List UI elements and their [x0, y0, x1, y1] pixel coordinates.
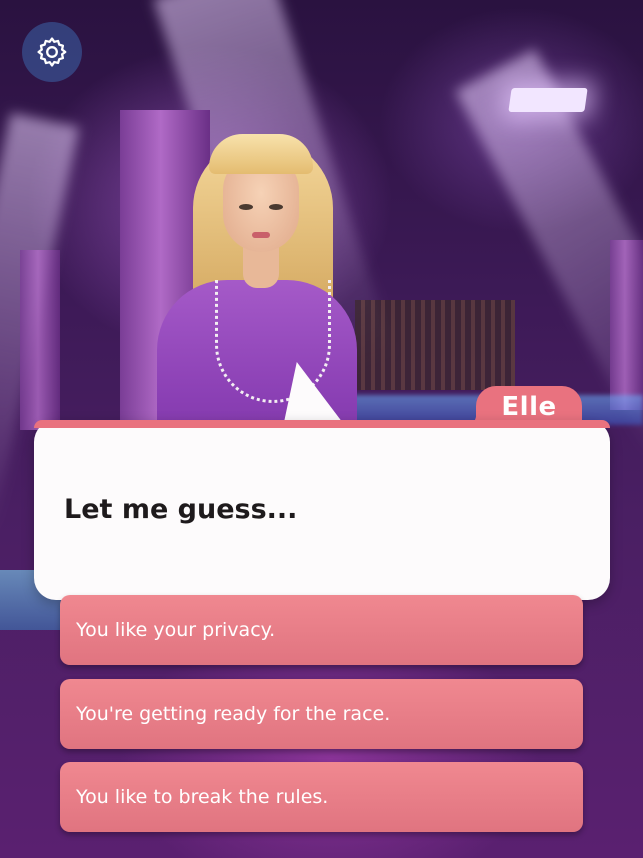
choice-label: You like to break the rules. — [76, 786, 329, 808]
character-eye — [239, 204, 253, 210]
ceiling-light — [508, 88, 588, 112]
dialog-text: Let me guess... — [64, 494, 298, 525]
character-eye — [269, 204, 283, 210]
choice-label: You're getting ready for the race. — [76, 703, 391, 725]
dialog-box[interactable]: Let me guess... — [34, 420, 610, 600]
gear-icon — [37, 37, 67, 67]
pillar — [610, 240, 643, 410]
choice-label: You like your privacy. — [76, 619, 276, 641]
choice-button-1[interactable]: You like your privacy. — [60, 595, 583, 665]
settings-button[interactable] — [22, 22, 82, 82]
choice-button-2[interactable]: You're getting ready for the race. — [60, 679, 583, 749]
pillar — [20, 250, 60, 430]
character-lips — [252, 232, 270, 238]
choice-button-3[interactable]: You like to break the rules. — [60, 762, 583, 832]
character-hair-front — [209, 134, 313, 174]
bar-shelves — [355, 300, 515, 390]
